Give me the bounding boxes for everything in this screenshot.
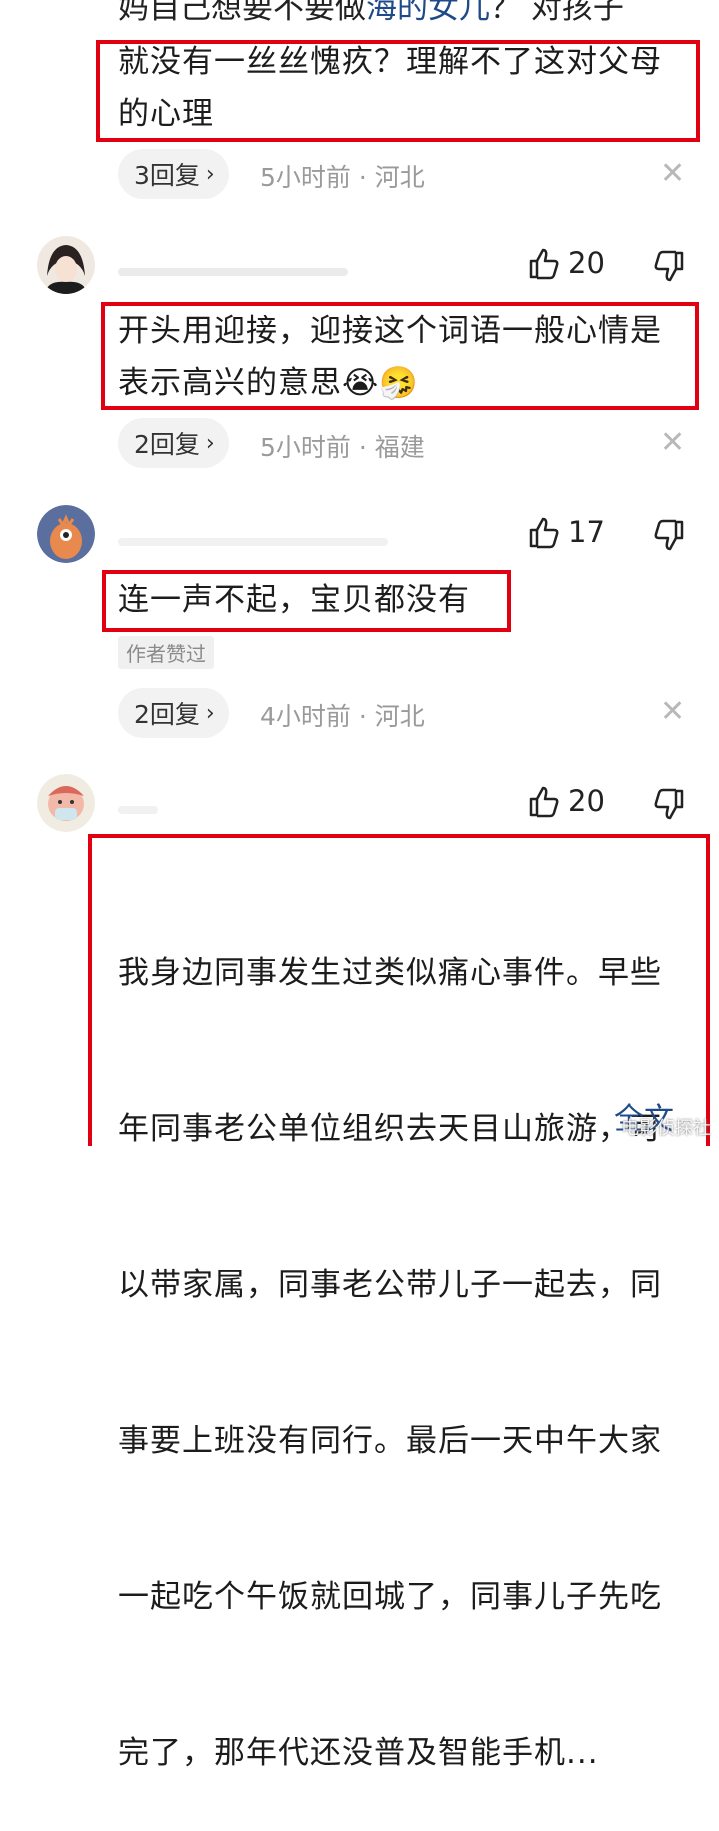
replies-button[interactable]: 3回复 › <box>118 149 229 199</box>
like-count: 20 <box>568 246 605 280</box>
avatar[interactable] <box>37 505 95 563</box>
thumbs-down-icon[interactable] <box>653 788 685 822</box>
comment-text: 开头用迎接，迎接这个词语一般心情是 表示高兴的意思😭🤧 <box>118 313 662 401</box>
replies-button[interactable]: 2回复 › <box>118 418 229 468</box>
thumbs-up-icon <box>529 248 559 280</box>
chevron-right-icon: › <box>205 700 215 726</box>
topic-link[interactable]: 海的女儿 <box>366 0 490 26</box>
close-icon[interactable]: ✕ <box>660 428 685 458</box>
thumbs-down-icon[interactable] <box>653 250 685 284</box>
like-button[interactable]: 20 <box>528 246 605 280</box>
thumbs-up-icon <box>529 786 559 818</box>
comment-meta: 4小时前 · 河北 <box>260 702 425 731</box>
thumbs-down-icon[interactable] <box>653 519 685 553</box>
comment-meta: 5小时前 · 福建 <box>260 433 425 462</box>
close-icon[interactable]: ✕ <box>660 697 685 727</box>
comment-1-cut-text: 妈自己想要不要做海的女儿？ 对孩子 <box>118 0 624 27</box>
avatar[interactable] <box>37 236 95 294</box>
like-count: 17 <box>568 515 605 549</box>
username[interactable] <box>118 806 158 814</box>
author-liked-badge: 作者赞过 <box>118 636 214 669</box>
chevron-right-icon: › <box>205 430 215 456</box>
close-icon[interactable]: ✕ <box>660 159 685 189</box>
comment-meta: 5小时前 · 河北 <box>260 163 425 192</box>
comment-text: 我身边同事发生过类似痛心事件。早些 年同事老公单位组织去天目山旅游，可 以带家属… <box>118 955 662 1771</box>
replies-button[interactable]: 2回复 › <box>118 688 229 738</box>
comment-text: 连一声不起，宝贝都没有 <box>118 582 470 618</box>
chevron-right-icon: › <box>205 161 215 187</box>
username[interactable] <box>118 268 348 276</box>
like-button[interactable]: 20 <box>528 784 605 818</box>
like-button[interactable]: 17 <box>528 515 605 549</box>
comment-text: 就没有一丝丝愧疚？理解不了这对父母 的心理 <box>118 44 662 132</box>
username[interactable] <box>118 538 388 546</box>
thumbs-up-icon <box>529 517 559 549</box>
like-count: 20 <box>568 784 605 818</box>
watermark: 电影侦探社 <box>621 1118 711 1139</box>
avatar[interactable] <box>37 774 95 832</box>
